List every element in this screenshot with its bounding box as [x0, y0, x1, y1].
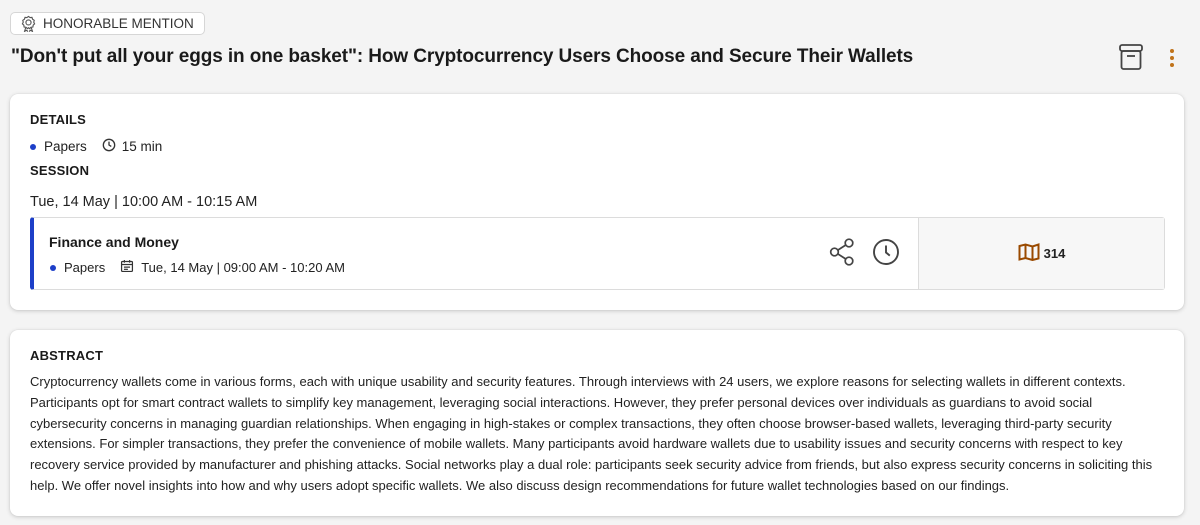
- clock-icon: [102, 138, 116, 155]
- room-link[interactable]: 314: [918, 218, 1164, 289]
- clock-icon: [872, 238, 900, 271]
- session-meta: Papers Tue, 14 May | 09:00 AM - 10:20 AM: [50, 259, 345, 276]
- add-to-schedule-button[interactable]: [870, 238, 902, 270]
- kebab-dot: [1170, 63, 1174, 67]
- honorable-mention-badge: HONORABLE MENTION: [10, 12, 205, 35]
- abstract-card: ABSTRACT Cryptocurrency wallets come in …: [10, 330, 1184, 516]
- archive-box-icon: [1117, 42, 1145, 77]
- map-icon: [1018, 243, 1040, 264]
- award-ribbon-icon: [20, 15, 37, 32]
- room-number: 314: [1043, 246, 1066, 261]
- session-heading: SESSION: [30, 163, 90, 178]
- details-card: DETAILS Papers 15 min SESSION Tue, 14 Ma…: [10, 94, 1184, 310]
- more-options-button[interactable]: [1160, 46, 1184, 70]
- session-time-range: Tue, 14 May | 09:00 AM - 10:20 AM: [141, 260, 345, 275]
- session-type: Papers: [64, 260, 106, 275]
- calendar-icon: [120, 259, 134, 276]
- session-card[interactable]: Finance and Money Papers Tue, 14 May | 0…: [30, 217, 1165, 290]
- badge-label: HONORABLE MENTION: [43, 16, 194, 31]
- paper-title: "Don't put all your eggs in one basket":…: [11, 46, 914, 67]
- details-heading: DETAILS: [30, 112, 87, 127]
- duration: 15 min: [121, 139, 163, 154]
- abstract-text: Cryptocurrency wallets come in various f…: [30, 374, 1153, 493]
- session-time: Tue, 14 May | 10:00 AM - 10:15 AM: [30, 194, 258, 210]
- share-icon: [828, 237, 856, 272]
- session-name[interactable]: Finance and Money: [49, 234, 179, 250]
- kebab-dot: [1170, 49, 1174, 53]
- archive-button[interactable]: [1115, 43, 1147, 75]
- kebab-dot: [1170, 56, 1174, 60]
- share-button[interactable]: [826, 237, 858, 272]
- abstract-heading: ABSTRACT: [30, 348, 104, 363]
- presentation-type: Papers: [44, 139, 87, 154]
- type-dot: [30, 143, 36, 150]
- session-type-dot: [50, 264, 56, 271]
- details-meta: Papers 15 min: [30, 138, 162, 155]
